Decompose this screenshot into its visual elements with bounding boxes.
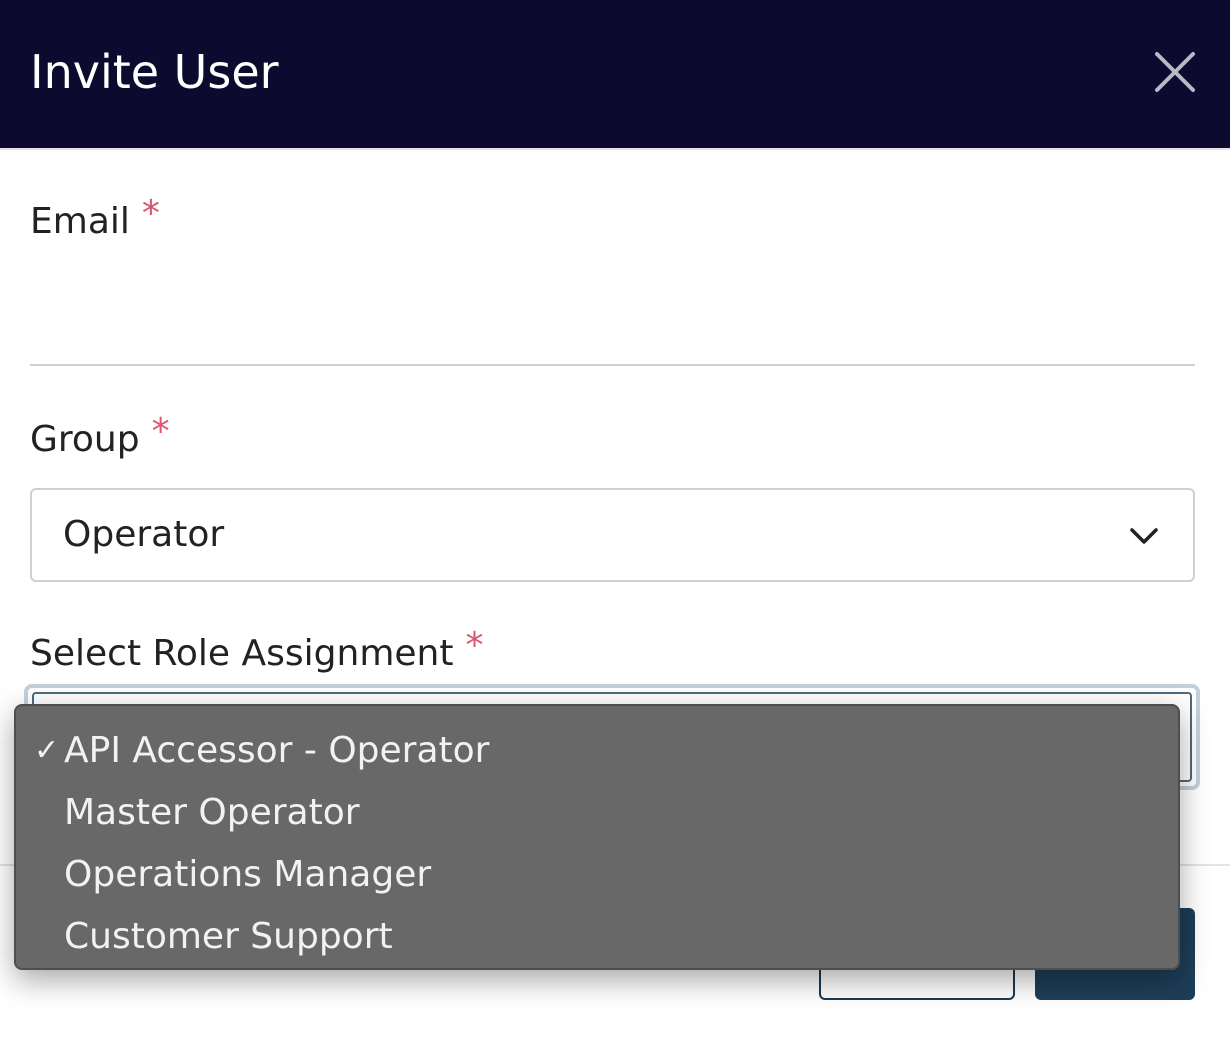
group-label: Group * <box>30 411 170 462</box>
role-required-mark: * <box>465 625 484 666</box>
role-option-label: Master Operator <box>64 792 360 833</box>
dialog-header: Invite User <box>0 0 1230 150</box>
role-label: Select Role Assignment * <box>30 625 483 676</box>
role-option[interactable]: Master Operator <box>16 782 1178 844</box>
role-option-label: Customer Support <box>64 916 393 957</box>
role-label-text: Select Role Assignment <box>30 633 454 674</box>
role-dropdown-menu: ✓ API Accessor - Operator Master Operato… <box>14 704 1180 970</box>
invite-user-dialog: Invite User Email * Group * Operator Selec… <box>0 0 1230 1040</box>
group-required-mark: * <box>151 411 170 452</box>
dialog-title: Invite User <box>30 45 279 99</box>
email-label-text: Email <box>30 201 130 242</box>
email-label: Email * <box>30 193 160 244</box>
role-option[interactable]: ✓ API Accessor - Operator <box>16 720 1178 782</box>
group-select[interactable]: Operator <box>30 488 1195 582</box>
email-required-mark: * <box>141 193 160 234</box>
role-option-label: API Accessor - Operator <box>64 730 490 771</box>
close-icon[interactable] <box>1151 48 1199 96</box>
email-input[interactable] <box>30 256 1195 366</box>
check-icon: ✓ <box>34 733 60 768</box>
chevron-down-icon <box>1130 528 1158 544</box>
role-option[interactable]: Operations Manager <box>16 844 1178 906</box>
role-option[interactable]: Customer Support <box>16 906 1178 968</box>
group-label-text: Group <box>30 419 140 460</box>
role-option-label: Operations Manager <box>64 854 432 895</box>
group-select-value: Operator <box>63 514 225 555</box>
